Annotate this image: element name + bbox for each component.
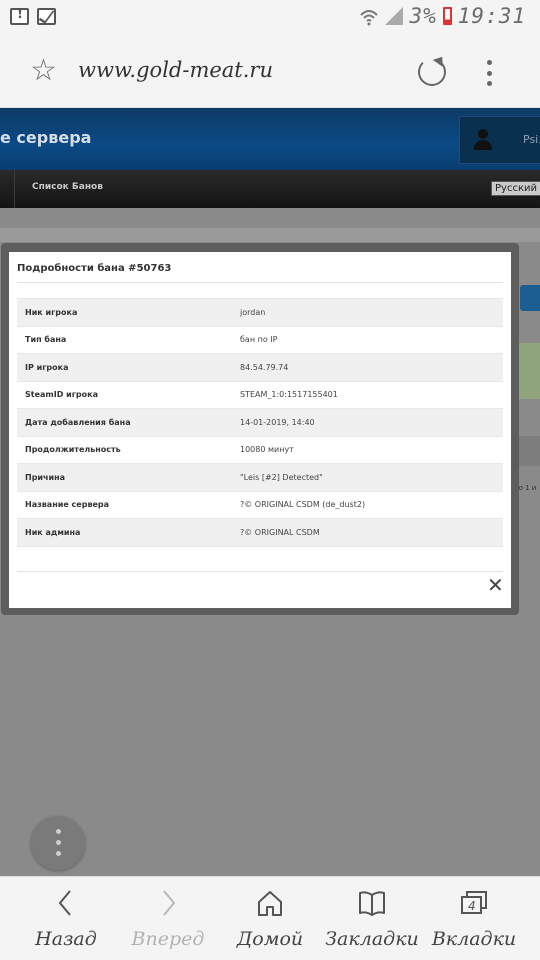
battery-icon (442, 7, 452, 25)
detail-key: Причина (17, 463, 232, 491)
bookmark-star-icon[interactable]: ☆ (30, 56, 57, 86)
bookmarks-button[interactable]: Закладки (318, 877, 426, 960)
tabs-label: Вкладки (431, 928, 517, 950)
detail-value: "Leis [#2] Detected" (232, 463, 503, 491)
forward-button[interactable]: Вперед (114, 877, 222, 960)
ban-details-table: Ник игрока jordan Тип бана бан по IP IP игро… (17, 298, 503, 547)
detail-key: Тип бана (17, 325, 232, 354)
browser-toolbar: ☆ www.gold-meat.ru (0, 36, 540, 108)
back-label: Назад (35, 928, 97, 950)
detail-key: Ник игрока (17, 298, 232, 326)
detail-row: Название сервера ?© ORIGINAL CSDM (de_dus… (17, 490, 503, 519)
back-button[interactable]: Назад (12, 877, 120, 960)
bookmarks-label: Закладки (325, 928, 419, 950)
detail-row: Ник игрока jordan (17, 298, 503, 326)
forward-arrow-icon (163, 890, 176, 916)
status-bar: 3% 19:31 (0, 0, 540, 36)
detail-value: 10080 минут (232, 435, 503, 464)
address-bar[interactable]: www.gold-meat.ru (78, 58, 273, 82)
detail-value: ?© ORIGINAL CSDM (232, 518, 503, 547)
detail-value: jordan (232, 298, 503, 326)
detail-value: ?© ORIGINAL CSDM (de_dust2) (232, 490, 503, 519)
tabs-count: 4 (468, 899, 476, 913)
battery-percent: 3% (409, 4, 437, 28)
background-button (520, 285, 540, 311)
tabs-button[interactable]: 4 Вкладки (420, 877, 528, 960)
ban-details-modal: Подробности бана #50763 Ник игрока jordan… (9, 252, 511, 608)
mail-notification-icon (37, 8, 56, 25)
detail-row: Причина "Leis [#2] Detected" (17, 463, 503, 491)
alert-notification-icon (10, 7, 29, 25)
user-name: Psi. (523, 133, 540, 146)
signal-icon (385, 7, 404, 25)
detail-key: SteamID игрока (17, 380, 232, 409)
home-label: Домой (236, 928, 304, 950)
home-icon (258, 891, 282, 916)
detail-key: Продолжительность (17, 435, 232, 464)
user-avatar-icon (472, 129, 494, 151)
bookmarks-book-icon (359, 891, 385, 916)
site-nav: Список Банов Русский (0, 170, 540, 208)
detail-value: 84.54.79.74 (232, 353, 503, 381)
user-panel[interactable]: Psi. (459, 116, 540, 164)
detail-key: IP игрока (17, 353, 232, 381)
detail-row: Продолжительность 10080 минут (17, 435, 503, 464)
clock: 19:31 (457, 4, 526, 28)
detail-value: бан по IP (232, 325, 503, 354)
detail-key: Ник админа (17, 518, 232, 547)
floating-menu-button[interactable] (31, 816, 85, 870)
tabs-icon: 4 (461, 891, 487, 914)
detail-row: SteamID игрока STEAM_1:0:1517155401 (17, 380, 503, 409)
detail-row: Тип бана бан по IP (17, 325, 503, 354)
nav-item-ban-list[interactable]: Список Банов (32, 182, 103, 192)
detail-value: STEAM_1:0:1517155401 (232, 380, 503, 409)
more-options-icon[interactable] (487, 60, 493, 86)
detail-value: 14-01-2019, 14:40 (232, 408, 503, 436)
bottom-navigation: Назад Вперед Домой Закладки 4 Вкладки (0, 876, 540, 960)
detail-row: Ник админа ?© ORIGINAL CSDM (17, 518, 503, 547)
site-header: е сервера Psi. (0, 108, 540, 170)
close-icon[interactable]: ✕ (487, 574, 504, 596)
modal-title: Подробности бана #50763 (17, 263, 172, 274)
home-button[interactable]: Домой (216, 877, 324, 960)
detail-key: Дата добавления бана (17, 408, 232, 436)
language-select[interactable]: Русский (491, 181, 540, 196)
reload-icon[interactable] (418, 58, 446, 86)
back-arrow-icon (58, 890, 71, 916)
forward-label: Вперед (131, 928, 205, 950)
wifi-icon (360, 10, 379, 26)
detail-row: IP игрока 84.54.79.74 (17, 353, 503, 381)
detail-key: Название сервера (17, 490, 232, 519)
detail-row: Дата добавления бана 14-01-2019, 14:40 (17, 408, 503, 436)
site-title: е сервера (0, 128, 92, 147)
